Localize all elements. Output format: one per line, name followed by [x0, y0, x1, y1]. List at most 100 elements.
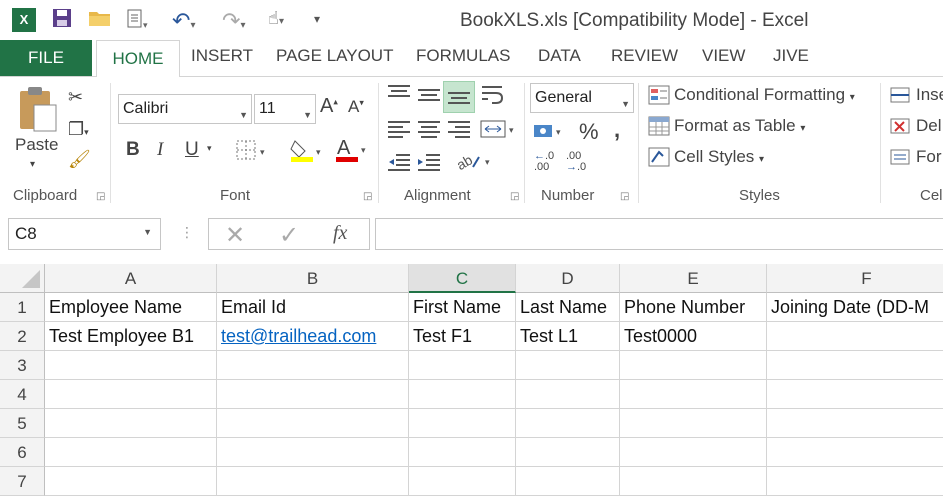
clipboard-launcher-icon[interactable]: ◲	[96, 191, 105, 202]
percent-button[interactable]: %	[579, 119, 599, 145]
touch-mode-icon[interactable]: ☝▾	[268, 8, 284, 32]
cell-c4[interactable]	[409, 380, 516, 409]
cell-f7[interactable]	[767, 467, 943, 496]
cell-c3[interactable]	[409, 351, 516, 380]
top-align-icon[interactable]	[388, 85, 410, 103]
tab-jive[interactable]: JIVE	[773, 46, 809, 66]
delete-cells-icon[interactable]	[890, 116, 912, 141]
row-header-3[interactable]: 3	[0, 351, 45, 380]
cell-a2[interactable]: Test Employee B1	[45, 322, 217, 351]
customize-icon[interactable]: ▾	[314, 12, 320, 36]
underline-dropdown-icon[interactable]: ▾	[207, 143, 212, 154]
format-as-table-icon[interactable]	[648, 116, 670, 141]
decrease-decimal-icon[interactable]: .00 →.0	[566, 151, 586, 173]
insert-cells-icon[interactable]	[890, 85, 912, 110]
row-header-4[interactable]: 4	[0, 380, 45, 409]
cell-d1[interactable]: Last Name	[516, 293, 620, 322]
bold-button[interactable]: B	[126, 139, 140, 161]
cell-e1[interactable]: Phone Number	[620, 293, 767, 322]
cell-c6[interactable]	[409, 438, 516, 467]
middle-align-icon[interactable]	[418, 89, 440, 107]
format-cells-icon[interactable]	[890, 147, 912, 172]
paste-label[interactable]: Paste	[15, 135, 58, 155]
format-as-table-button[interactable]: Format as Table ▾	[674, 116, 805, 136]
row-header-1[interactable]: 1	[0, 293, 45, 322]
column-header-c[interactable]: C	[409, 264, 516, 293]
cell-c7[interactable]	[409, 467, 516, 496]
enter-icon[interactable]: ✓	[279, 221, 299, 250]
cell-c2[interactable]: Test F1	[409, 322, 516, 351]
tab-view[interactable]: VIEW	[702, 46, 745, 66]
accounting-format-icon[interactable]: ▾	[532, 119, 568, 146]
row-header-2[interactable]: 2	[0, 322, 45, 351]
column-header-d[interactable]: D	[516, 264, 620, 293]
comma-button[interactable]: ,	[614, 117, 620, 143]
font-size-combo[interactable]: 11 ▼	[254, 94, 316, 124]
cell-b7[interactable]	[217, 467, 409, 496]
row-header-6[interactable]: 6	[0, 438, 45, 467]
font-name-combo[interactable]: Calibri ▼	[118, 94, 252, 124]
paste-icon[interactable]	[16, 85, 60, 138]
cell-a7[interactable]	[45, 467, 217, 496]
tab-data[interactable]: DATA	[538, 46, 581, 66]
cell-e7[interactable]	[620, 467, 767, 496]
redo-icon[interactable]: ↷▾	[222, 8, 245, 33]
underline-button[interactable]: U	[185, 139, 199, 161]
format-painter-icon[interactable]: 🖌	[68, 149, 91, 170]
cell-f2[interactable]	[767, 322, 943, 351]
cancel-icon[interactable]: ✕	[225, 221, 245, 250]
increase-decimal-icon[interactable]: ←.0.00	[534, 151, 554, 173]
cell-d2[interactable]: Test L1	[516, 322, 620, 351]
name-box[interactable]: C8 ▼	[8, 218, 161, 250]
conditional-formatting-button[interactable]: Conditional Formatting ▾	[674, 85, 855, 105]
cell-e6[interactable]	[620, 438, 767, 467]
align-center-icon[interactable]	[418, 121, 440, 139]
tab-review[interactable]: REVIEW	[611, 46, 678, 66]
cell-styles-icon[interactable]	[648, 147, 670, 172]
fill-color-icon[interactable]: ▾	[289, 137, 325, 168]
cell-f4[interactable]	[767, 380, 943, 409]
cell-b1[interactable]: Email Id	[217, 293, 409, 322]
cell-b4[interactable]	[217, 380, 409, 409]
email-link[interactable]: test@trailhead.com	[221, 326, 376, 346]
merge-center-icon[interactable]: ▾	[479, 117, 519, 146]
cell-c1[interactable]: First Name	[409, 293, 516, 322]
cell-b5[interactable]	[217, 409, 409, 438]
increase-font-icon[interactable]: A▴	[320, 95, 338, 118]
align-right-icon[interactable]	[448, 121, 470, 139]
decrease-font-icon[interactable]: A▾	[348, 97, 364, 117]
excel-logo-icon[interactable]: X	[12, 8, 36, 32]
tab-insert[interactable]: INSERT	[191, 46, 253, 66]
tab-page-layout[interactable]: PAGE LAYOUT	[276, 46, 393, 66]
cell-c5[interactable]	[409, 409, 516, 438]
open-folder-icon[interactable]	[88, 8, 112, 32]
cell-styles-button[interactable]: Cell Styles ▾	[674, 147, 764, 167]
row-header-7[interactable]: 7	[0, 467, 45, 496]
delete-cells-button[interactable]: Del	[916, 116, 942, 136]
cell-d6[interactable]	[516, 438, 620, 467]
cell-e3[interactable]	[620, 351, 767, 380]
alignment-launcher-icon[interactable]: ◲	[510, 191, 519, 202]
cell-f1[interactable]: Joining Date (DD-M	[767, 293, 943, 322]
more-icon[interactable]: ⋮	[180, 224, 194, 241]
cell-e4[interactable]	[620, 380, 767, 409]
save-icon[interactable]	[52, 8, 72, 32]
print-preview-icon[interactable]: ▾	[126, 8, 150, 32]
tab-file[interactable]: FILE	[0, 40, 92, 76]
column-header-a[interactable]: A	[45, 264, 217, 293]
cell-a5[interactable]	[45, 409, 217, 438]
cell-e5[interactable]	[620, 409, 767, 438]
row-header-5[interactable]: 5	[0, 409, 45, 438]
insert-function-icon[interactable]: fx	[333, 222, 347, 245]
cell-b6[interactable]	[217, 438, 409, 467]
undo-icon[interactable]: ↶▾	[172, 8, 195, 33]
increase-indent-icon[interactable]	[416, 151, 442, 178]
cell-a1[interactable]: Employee Name	[45, 293, 217, 322]
cell-d5[interactable]	[516, 409, 620, 438]
font-launcher-icon[interactable]: ◲	[363, 191, 372, 202]
cell-a3[interactable]	[45, 351, 217, 380]
cell-a6[interactable]	[45, 438, 217, 467]
bottom-align-button[interactable]	[443, 81, 475, 113]
cell-e2[interactable]: Test0000	[620, 322, 767, 351]
align-left-icon[interactable]	[388, 121, 410, 139]
